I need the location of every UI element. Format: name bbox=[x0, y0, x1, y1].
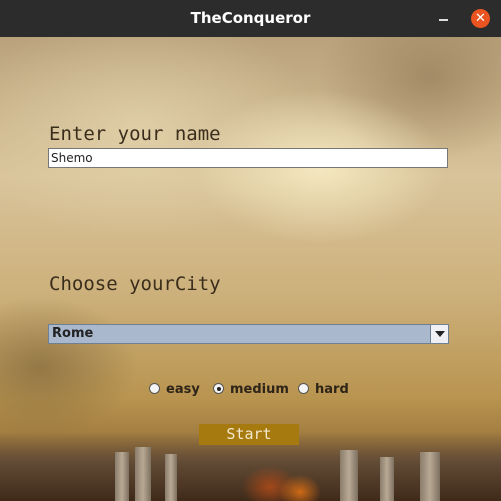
name-input[interactable] bbox=[48, 148, 448, 168]
title-bar: TheConqueror ✕ bbox=[0, 0, 501, 37]
city-select-value: Rome bbox=[52, 326, 94, 341]
difficulty-hard-label: hard bbox=[315, 382, 349, 397]
radio-icon[interactable] bbox=[298, 383, 309, 394]
difficulty-medium-label: medium bbox=[230, 382, 289, 397]
background-panel: Enter your name Choose yourCity Rome eas… bbox=[0, 37, 501, 501]
city-label: Choose yourCity bbox=[49, 273, 221, 295]
chevron-down-icon[interactable] bbox=[430, 325, 448, 343]
city-select[interactable]: Rome bbox=[48, 324, 449, 344]
start-button[interactable]: Start bbox=[199, 424, 299, 445]
radio-icon[interactable] bbox=[149, 383, 160, 394]
minimize-icon[interactable] bbox=[436, 10, 452, 26]
close-icon[interactable]: ✕ bbox=[471, 9, 490, 28]
window-title: TheConqueror bbox=[190, 9, 311, 27]
difficulty-medium-radio[interactable]: medium bbox=[213, 381, 293, 399]
difficulty-easy-label: easy bbox=[166, 382, 200, 397]
name-label: Enter your name bbox=[49, 123, 221, 145]
radio-checked-icon[interactable] bbox=[213, 383, 224, 394]
difficulty-hard-radio[interactable]: hard bbox=[298, 381, 358, 399]
difficulty-easy-radio[interactable]: easy bbox=[149, 381, 209, 399]
